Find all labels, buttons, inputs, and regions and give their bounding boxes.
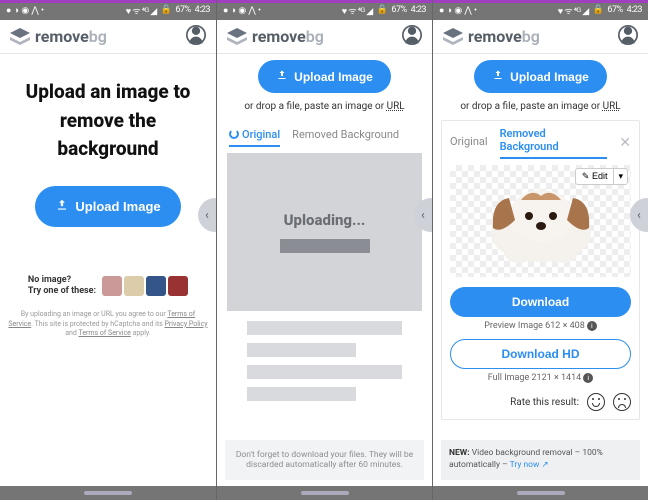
app-header: removebg — [0, 20, 216, 54]
privacy-link[interactable]: Privacy Policy — [165, 320, 208, 328]
promo-banner: NEW: Video background removal – 100% aut… — [441, 440, 640, 480]
uploading-label: Uploading... — [284, 211, 366, 229]
app-header: removebg — [217, 20, 432, 54]
tos-link-2[interactable]: Terms of Service — [78, 329, 130, 337]
tab-removed-bg[interactable]: Removed Background — [500, 127, 608, 159]
logo[interactable]: removebg — [443, 27, 540, 46]
noimage-line1: No image? — [28, 275, 96, 287]
chevron-left-icon: ‹ — [205, 208, 209, 223]
logo[interactable]: removebg — [10, 27, 107, 46]
sample-thumb[interactable] — [168, 276, 188, 296]
preview-dimensions: Preview Image 612 × 408i — [450, 321, 631, 331]
result-image: ✎ Edit ▾ — [450, 165, 631, 277]
sample-thumb[interactable] — [124, 276, 144, 296]
rate-good-button[interactable] — [587, 393, 605, 411]
tab-original[interactable]: Original — [229, 128, 280, 147]
download-hd-button[interactable]: Download HD — [450, 339, 631, 369]
rate-label: Rate this result: — [510, 397, 579, 408]
chevron-left-icon: ‹ — [637, 208, 641, 223]
promo-link[interactable]: Try now ↗ — [510, 460, 549, 470]
close-icon[interactable]: ✕ — [619, 135, 631, 151]
android-navbar[interactable] — [0, 486, 216, 500]
tab-removed-bg[interactable]: Removed Background — [292, 128, 399, 147]
drop-hint: or drop a file, paste an image or URL — [217, 101, 432, 112]
upload-image-button[interactable]: Upload Image — [35, 186, 180, 227]
status-bar: ● ◑ ◉ ⋀ • ♥ ᯤ ⁴ᴳ ◢🔒67%4:23 — [217, 0, 432, 20]
drop-hint: or drop a file, paste an image or URL — [433, 101, 648, 112]
full-dimensions: Full Image 2121 × 1414i — [450, 373, 631, 383]
spinner-icon — [229, 129, 239, 139]
status-battery: 67% — [175, 5, 190, 15]
logo-icon — [443, 28, 463, 46]
preview-area: Uploading... — [227, 153, 422, 311]
upload-icon — [492, 69, 504, 84]
upload-image-button[interactable]: Upload Image — [474, 60, 607, 93]
result-card: Original Removed Background ✕ ✎ Edit ▾ — [441, 120, 640, 420]
progress-bar — [280, 239, 370, 253]
info-icon[interactable]: i — [587, 321, 597, 331]
discard-notice: Don't forget to download your files. The… — [225, 440, 424, 480]
app-header: removebg — [433, 20, 648, 54]
screen-landing: ● ◑ ◉ ⋀ • ♥ ᯤ ⁴ᴳ ◢ 🔒 67% 4:23 removebg U… — [0, 0, 216, 500]
status-left-icons: ● ◑ ◉ ⋀ • — [6, 5, 44, 16]
android-navbar[interactable] — [433, 486, 648, 500]
rate-bad-button[interactable] — [613, 393, 631, 411]
status-network-icons: ♥ ᯤ ⁴ᴳ ◢ — [126, 4, 157, 17]
android-navbar[interactable] — [217, 486, 432, 500]
result-subject — [471, 176, 611, 266]
edit-button[interactable]: ✎ Edit — [575, 168, 615, 185]
edit-dropdown[interactable]: ▾ — [614, 168, 628, 185]
screen-uploading: ● ◑ ◉ ⋀ • ♥ ᯤ ⁴ᴳ ◢🔒67%4:23 removebg Uplo… — [216, 0, 432, 500]
info-icon[interactable]: i — [583, 373, 593, 383]
noimage-line2: Try one of these: — [28, 286, 96, 298]
url-link[interactable]: URL — [387, 101, 405, 112]
upload-icon — [55, 198, 69, 215]
skeleton-placeholder — [247, 321, 402, 401]
tab-original[interactable]: Original — [450, 135, 488, 152]
sample-thumb[interactable] — [102, 276, 122, 296]
sample-images-row: No image? Try one of these: — [0, 275, 216, 298]
account-icon[interactable] — [402, 25, 422, 49]
sample-thumb[interactable] — [146, 276, 166, 296]
screen-result: ● ◑ ◉ ⋀ • ♥ ᯤ ⁴ᴳ ◢🔒67%4:23 removebg Uplo… — [432, 0, 648, 500]
logo-icon — [10, 28, 30, 46]
legal-text: By uploading an image or URL you agree t… — [0, 310, 216, 339]
logo-icon — [227, 28, 247, 46]
account-icon[interactable] — [618, 25, 638, 49]
download-button[interactable]: Download — [450, 287, 631, 317]
url-link[interactable]: URL — [603, 101, 621, 112]
status-bar: ● ◑ ◉ ⋀ • ♥ ᯤ ⁴ᴳ ◢ 🔒 67% 4:23 — [0, 0, 216, 20]
hero-heading: Upload an image to remove the background — [12, 78, 204, 164]
status-time: 4:23 — [195, 5, 210, 15]
upload-icon — [276, 69, 288, 84]
status-bar: ● ◑ ◉ ⋀ • ♥ ᯤ ⁴ᴳ ◢🔒67%4:23 — [433, 0, 648, 20]
account-icon[interactable] — [186, 25, 206, 49]
logo[interactable]: removebg — [227, 27, 324, 46]
upload-image-button[interactable]: Upload Image — [258, 60, 391, 93]
chevron-left-icon: ‹ — [421, 208, 425, 223]
